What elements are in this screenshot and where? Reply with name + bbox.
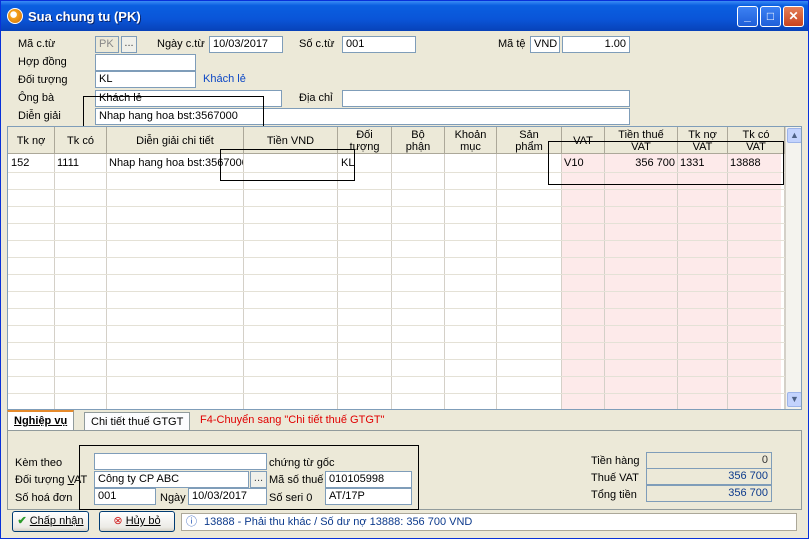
scroll-down-icon[interactable]: ▼ xyxy=(787,392,801,407)
info-icon: ⓘ xyxy=(186,516,197,528)
tab-nghiep-vu[interactable]: Nghiệp vụ xyxy=(7,410,75,431)
grid-hline xyxy=(8,342,785,343)
col-bo-phan[interactable]: Bộ phận xyxy=(392,127,445,154)
grid-hline xyxy=(8,308,785,309)
title-bar[interactable]: Sua chung tu (PK) _ □ ✕ xyxy=(1,1,808,31)
dia-chi-input[interactable] xyxy=(342,90,630,107)
grid-vline xyxy=(677,154,678,409)
cancel-button-label: Hủy bỏ xyxy=(125,515,161,527)
vat-columns-shading xyxy=(562,154,781,409)
ma-ct-label: Mã c.từ xyxy=(18,38,56,50)
f4-hint: F4-Chuyển sang "Chi tiết thuế GTGT" xyxy=(200,414,385,426)
kem-theo-label: Kèm theo xyxy=(15,457,63,469)
thue-vat-label: Thuế VAT xyxy=(591,472,639,484)
cell-bo-phan[interactable] xyxy=(394,156,442,170)
ma-te-input[interactable]: VND xyxy=(530,36,560,53)
grid-hline xyxy=(8,206,785,207)
hop-dong-label: Hợp đồng xyxy=(18,56,67,68)
ngay-ct-input[interactable]: 10/03/2017 xyxy=(209,36,283,53)
grid-vline xyxy=(727,154,728,409)
tong-tien-label: Tổng tiền xyxy=(591,489,637,501)
highlight-box-vat xyxy=(548,141,784,185)
cancel-button[interactable]: ⊗ Hủy bỏ xyxy=(99,511,175,532)
col-khoan-muc[interactable]: Khoản mục xyxy=(445,127,497,154)
grid-hline xyxy=(8,393,785,394)
ty-gia-input[interactable]: 1.00 xyxy=(562,36,630,53)
ong-ba-label: Ông bà xyxy=(18,92,55,104)
ma-te-label: Mã tệ xyxy=(498,38,526,50)
cancel-icon: ⊗ xyxy=(113,515,123,527)
cell-tk-co[interactable]: 1111 xyxy=(57,156,103,170)
tien-hang-label: Tiền hàng xyxy=(591,455,640,467)
tab-nghiep-vu-label: Nghiệp vụ xyxy=(14,415,68,427)
col-tk-no[interactable]: Tk nợ xyxy=(8,127,55,154)
grid-vline xyxy=(496,154,497,409)
tong-tien-value: 356 700 xyxy=(646,485,772,502)
grid-hline xyxy=(8,189,785,190)
vat-underlined: V xyxy=(67,474,75,486)
tab-chi-tiet-thue[interactable]: Chi tiết thuế GTGT xyxy=(84,412,191,431)
so-ct-input[interactable]: 001 xyxy=(342,36,416,53)
grid-hline xyxy=(8,274,785,275)
entries-grid[interactable]: Tk nợ Tk có Diễn giải chi tiết Tiền VND … xyxy=(7,126,802,410)
ma-ct-lookup-button[interactable]: ... xyxy=(121,36,137,53)
accept-button[interactable]: ✔ Chấp nhận xyxy=(12,511,89,532)
minimize-button[interactable]: _ xyxy=(737,6,758,27)
app-icon xyxy=(7,8,23,24)
so-ct-label: Số c.từ xyxy=(299,38,335,50)
grid-vline xyxy=(337,154,338,409)
grid-hline xyxy=(8,257,785,258)
grid-hline xyxy=(8,240,785,241)
grid-hline xyxy=(8,325,785,326)
accept-button-label: Chấp nhận xyxy=(29,515,84,527)
grid-hline xyxy=(8,359,785,360)
scroll-up-icon[interactable]: ▲ xyxy=(787,128,801,143)
col-tk-co[interactable]: Tk có xyxy=(55,127,107,154)
grid-hline xyxy=(8,376,785,377)
grid-vline xyxy=(243,154,244,409)
doi-tuong-input[interactable]: KL xyxy=(95,71,196,88)
highlight-box-vat-info xyxy=(79,445,419,510)
grid-vertical-scrollbar[interactable]: ▲ ▼ xyxy=(785,127,801,409)
close-button[interactable]: ✕ xyxy=(783,6,804,27)
dien-giai-label: Diễn giải xyxy=(18,110,61,122)
hop-dong-input[interactable] xyxy=(95,54,196,71)
ma-ct-input[interactable]: PK xyxy=(95,36,119,53)
cell-khoan-muc[interactable] xyxy=(447,156,495,170)
maximize-button[interactable]: □ xyxy=(760,6,781,27)
highlight-box-dien-giai xyxy=(83,96,264,127)
check-icon: ✔ xyxy=(17,515,27,527)
doi-tuong-label: Đối tượng xyxy=(18,74,68,86)
doi-tuong-vat-label: Đối tượng VAT xyxy=(15,474,88,486)
thue-vat-value: 356 700 xyxy=(646,468,772,485)
voucher-window: Sua chung tu (PK) _ □ ✕ Mã c.từ PK ... N… xyxy=(0,0,809,539)
cell-tk-no[interactable]: 152 xyxy=(11,156,51,170)
dia-chi-label: Địa chỉ xyxy=(299,92,333,104)
tien-hang-value: 0 xyxy=(646,452,772,469)
grid-vline xyxy=(561,154,562,409)
status-bar: ⓘ 13888 - Phải thu khác / Số dư nợ 13888… xyxy=(181,513,797,531)
window-title: Sua chung tu (PK) xyxy=(28,9,141,24)
highlight-box-tien-vnd xyxy=(220,149,355,181)
grid-vline xyxy=(391,154,392,409)
grid-vline xyxy=(444,154,445,409)
grid-hline xyxy=(8,291,785,292)
grid-vline xyxy=(54,154,55,409)
so-hoa-don-label: Số hoá đơn xyxy=(15,492,73,504)
status-text: 13888 - Phải thu khác / Số dư nợ 13888: … xyxy=(204,516,473,528)
grid-vline xyxy=(604,154,605,409)
doi-tuong-name: Khách lẻ xyxy=(203,73,246,85)
grid-hline xyxy=(8,223,785,224)
grid-vline xyxy=(106,154,107,409)
ngay-ct-label: Ngày c.từ xyxy=(157,38,205,50)
